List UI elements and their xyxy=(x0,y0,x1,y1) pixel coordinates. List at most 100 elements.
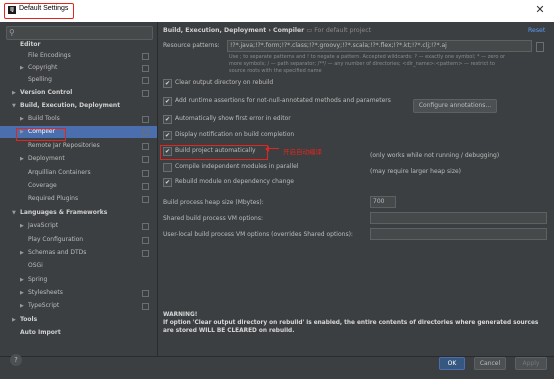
checkbox-label: Automatically show first error in editor xyxy=(175,115,291,122)
checkbox[interactable]: ✔ xyxy=(163,178,172,187)
configure-annotations-button[interactable]: Configure annotations... xyxy=(413,99,497,113)
patterns-hint-2: more symbols; / — path separator; /**/ —… xyxy=(229,61,495,67)
project-config-icon xyxy=(142,183,149,190)
breadcrumb-note: For default project xyxy=(314,27,372,34)
warning-block: WARNING! If option 'Clear output directo… xyxy=(163,311,548,335)
sidebar-item[interactable]: Remote Jar Repositories xyxy=(0,140,157,152)
sidebar-item-label: Deployment xyxy=(28,155,65,162)
sidebar-item[interactable]: ▶ Schemas and DTDs xyxy=(0,247,157,259)
search-input[interactable] xyxy=(6,26,153,40)
main-panel xyxy=(158,22,554,356)
chevron-right-icon[interactable]: ▶ xyxy=(12,87,16,99)
expand-icon[interactable] xyxy=(536,42,544,52)
sidebar-item[interactable]: ▶ Deployment xyxy=(0,153,157,165)
sidebar-item-label: Version Control xyxy=(20,89,73,96)
project-config-icon xyxy=(142,53,149,60)
help-icon[interactable]: ? xyxy=(10,354,22,366)
shared-vm-label: Shared build process VM options: xyxy=(163,215,263,222)
sidebar-item-label: TypeScript xyxy=(28,302,60,309)
build-auto-note: (only works while not running / debuggin… xyxy=(370,152,500,159)
sidebar-item-label: JavaScript xyxy=(28,222,59,229)
resource-patterns-input[interactable]: !?*.java;!?*.form;!?*.class;!?*.groovy;!… xyxy=(227,40,532,52)
sidebar-item-label: Spring xyxy=(28,276,48,283)
heap-size-input[interactable]: 700 xyxy=(370,196,396,208)
chevron-right-icon[interactable]: ▶ xyxy=(20,113,24,125)
shared-vm-input[interactable] xyxy=(370,212,547,224)
sidebar-item[interactable]: ▶ Spring xyxy=(0,274,157,286)
heap-size-label: Build process heap size (Mbytes): xyxy=(163,199,264,206)
dialog-footer xyxy=(0,356,554,379)
project-config-icon xyxy=(142,196,149,203)
sidebar-item[interactable]: ▶ Version Control xyxy=(0,87,157,99)
sidebar-item[interactable]: Arquillian Containers xyxy=(0,167,157,179)
sidebar-item-label: Stylesheets xyxy=(28,289,63,296)
chevron-right-icon[interactable]: ▶ xyxy=(20,220,24,232)
checkbox[interactable] xyxy=(163,163,172,172)
chevron-right-icon[interactable]: ▶ xyxy=(12,314,16,326)
project-config-icon xyxy=(142,116,149,123)
project-config-icon xyxy=(142,237,149,244)
sidebar-item[interactable]: ▶ JavaScript xyxy=(0,220,157,232)
chevron-right-icon[interactable]: ▶ xyxy=(20,300,24,312)
project-config-icon xyxy=(142,290,149,297)
cancel-button[interactable]: Cancel xyxy=(474,357,506,370)
chevron-right-icon[interactable]: ▶ xyxy=(20,62,24,74)
warning-title: WARNING! xyxy=(163,312,198,318)
sidebar-item[interactable]: ▶ Copyright xyxy=(0,62,157,74)
reset-link[interactable]: Reset xyxy=(528,27,545,34)
sidebar-item[interactable]: Spelling xyxy=(0,74,157,86)
project-config-icon xyxy=(142,65,149,72)
breadcrumb: Build, Execution, Deployment › Compiler … xyxy=(163,27,371,34)
build-auto-highlight xyxy=(160,145,268,160)
app-icon: IJ xyxy=(8,6,16,14)
sidebar-item-label: Tools xyxy=(20,316,38,323)
sidebar-item[interactable]: File Encodings xyxy=(0,50,157,62)
user-vm-label: User-local build process VM options (ove… xyxy=(163,231,353,238)
chevron-right-icon[interactable]: ▶ xyxy=(20,287,24,299)
compiler-highlight xyxy=(16,128,66,141)
sidebar-item[interactable]: OSGi xyxy=(0,260,157,272)
chevron-down-icon[interactable]: ▼ xyxy=(12,100,16,112)
sidebar-item[interactable]: ▶ Stylesheets xyxy=(0,287,157,299)
sidebar-item-label: Required Plugins xyxy=(28,195,79,202)
project-config-icon xyxy=(142,156,149,163)
user-vm-input[interactable] xyxy=(370,228,547,240)
checkbox-label: Clear output directory on rebuild xyxy=(175,79,274,86)
sidebar-item-label: Spelling xyxy=(28,76,52,83)
project-config-icon xyxy=(142,77,149,84)
close-icon[interactable]: ✕ xyxy=(532,3,548,17)
title-bar xyxy=(0,0,554,22)
checkbox-label: Rebuild module on dependency change xyxy=(175,178,294,185)
checkbox[interactable]: ✔ xyxy=(163,97,172,106)
apply-button[interactable]: Apply xyxy=(515,357,547,370)
sidebar-item[interactable]: ▼ Languages & Frameworks xyxy=(0,207,157,219)
sidebar-item[interactable]: ▶ Tools xyxy=(0,314,157,326)
patterns-hint-1: Use ; to separate patterns and ! to nega… xyxy=(229,54,506,60)
sidebar-item-label: OSGi xyxy=(28,262,43,269)
warning-line-1: If option 'Clear output directory on reb… xyxy=(163,320,539,326)
project-config-icon xyxy=(142,303,149,310)
sidebar-item[interactable]: ▶ Build Tools xyxy=(0,113,157,125)
checkbox[interactable]: ✔ xyxy=(163,115,172,124)
ok-button[interactable]: OK xyxy=(439,357,465,370)
checkbox[interactable]: ✔ xyxy=(163,79,172,88)
sidebar-item[interactable]: Coverage xyxy=(0,180,157,192)
chevron-right-icon[interactable]: ▶ xyxy=(20,247,24,259)
sidebar-item[interactable]: ▼ Build, Execution, Deployment xyxy=(0,100,157,112)
sidebar-item-label: File Encodings xyxy=(28,52,71,59)
chevron-right-icon[interactable]: ▶ xyxy=(20,274,24,286)
sidebar-item[interactable]: Play Configuration xyxy=(0,234,157,246)
sidebar-item-label: Copyright xyxy=(28,64,58,71)
project-config-icon xyxy=(142,250,149,257)
project-config-icon xyxy=(142,129,149,136)
warning-line-2: are stored WILL BE CLEARED on rebuild. xyxy=(163,328,295,334)
project-config-icon xyxy=(142,143,149,150)
sidebar-item[interactable]: Auto Import xyxy=(0,327,157,339)
chevron-right-icon[interactable]: ▶ xyxy=(20,153,24,165)
breadcrumb-path: Build, Execution, Deployment › Compiler xyxy=(163,27,305,34)
sidebar-item[interactable]: ▶ TypeScript xyxy=(0,300,157,312)
sidebar-item-label: Play Configuration xyxy=(28,236,84,243)
checkbox[interactable]: ✔ xyxy=(163,131,172,140)
chevron-down-icon[interactable]: ▼ xyxy=(12,207,16,219)
sidebar-item[interactable]: Required Plugins xyxy=(0,193,157,205)
